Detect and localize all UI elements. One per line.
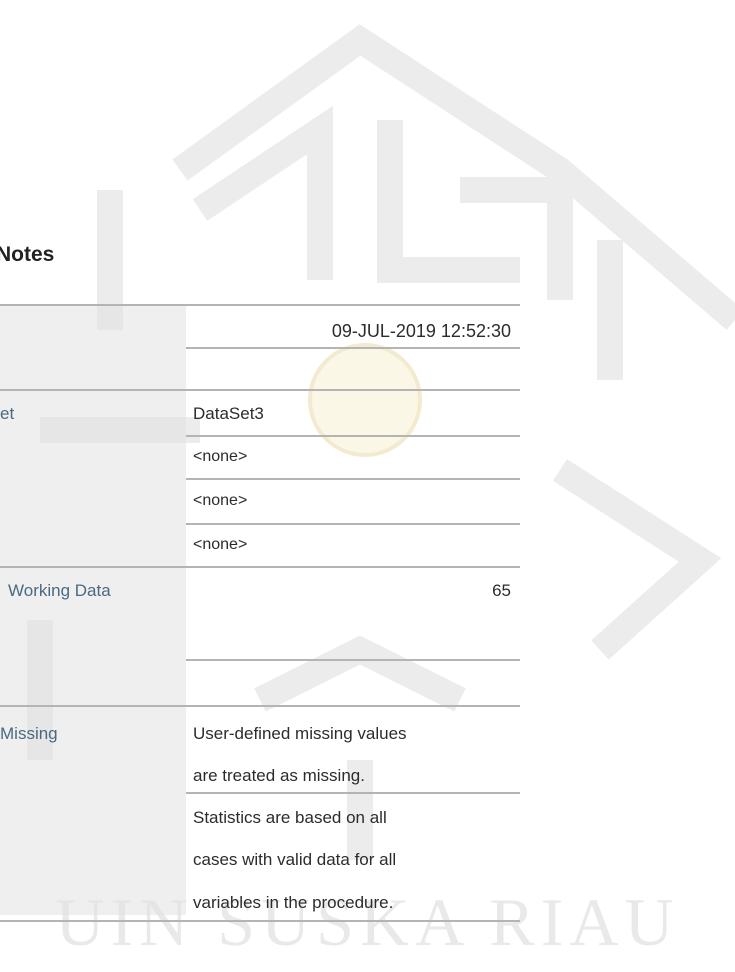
label-column-background [0,305,186,915]
row-divider [186,435,520,437]
row-divider [186,659,520,661]
cases-used-line3: variables in the procedure. [193,893,394,912]
n-rows-value: 65 [492,581,511,600]
active-dataset-label: et [0,404,15,423]
row-divider [0,705,520,707]
row-divider [186,347,520,349]
cases-used-line1: Statistics are based on all [193,808,387,827]
table-title: Notes [0,243,55,266]
row-divider [0,389,520,391]
split-file-value: <none> [193,536,248,553]
table-bottom-rule [0,920,520,922]
row-divider [0,566,520,568]
n-rows-label: Working Data [8,581,111,600]
cases-used-line2: cases with valid data for all [193,850,397,869]
table-rule [0,304,520,306]
filter-value: <none> [193,448,248,465]
weight-value: <none> [193,492,248,509]
active-dataset-value: DataSet3 [193,404,264,423]
missing-definition-line2: are treated as missing. [193,766,365,785]
row-divider [186,478,520,480]
missing-definition-line1: User-defined missing values [193,724,407,743]
output-created-value: 09-JUL-2019 12:52:30 [331,321,511,341]
row-divider [186,792,520,794]
row-divider [186,523,520,525]
missing-definition-label: Missing [0,724,58,743]
